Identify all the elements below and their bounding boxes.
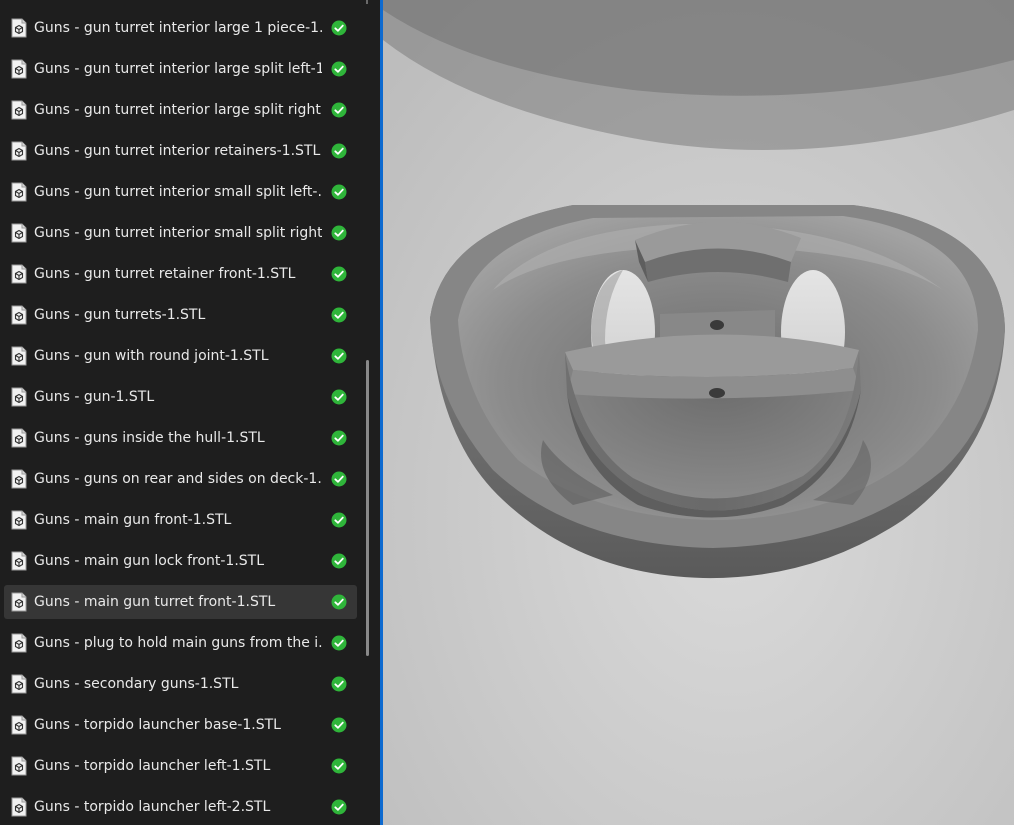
turret-model-render <box>383 0 1014 825</box>
sync-check-icon <box>331 799 347 815</box>
sync-check-icon <box>331 348 347 364</box>
sync-check-icon <box>331 676 347 692</box>
stl-file-icon <box>11 346 27 366</box>
file-list-item[interactable]: Guns - gun turrets-1.STL <box>4 298 357 332</box>
sync-check-icon <box>331 430 347 446</box>
file-list-item[interactable]: Guns - guns on rear and sides on deck-1.… <box>4 462 357 496</box>
stl-file-icon <box>11 305 27 325</box>
file-name: Guns - torpido launcher left-2.STL <box>34 799 271 815</box>
file-list-scrollbar[interactable] <box>364 0 372 825</box>
file-name: Guns - gun turret interior retainers-1.S… <box>34 143 321 159</box>
stl-file-icon <box>11 715 27 735</box>
stl-file-icon <box>11 100 27 120</box>
file-list-item[interactable]: Guns - main gun turret front-1.STL <box>4 585 357 619</box>
file-name: Guns - gun turret interior small split r… <box>34 225 322 241</box>
stl-file-icon <box>11 59 27 79</box>
stl-file-icon <box>11 18 27 38</box>
file-name: Guns - main gun lock front-1.STL <box>34 553 265 569</box>
stl-file-icon <box>11 592 27 612</box>
sync-check-icon <box>331 471 347 487</box>
file-name: Guns - torpido launcher base-1.STL <box>34 717 281 733</box>
sync-check-icon <box>331 307 347 323</box>
sync-check-icon <box>331 758 347 774</box>
file-list-item[interactable]: Guns - gun-1.STL <box>4 380 357 414</box>
file-name: Guns - gun turret retainer front-1.STL <box>34 266 296 282</box>
sync-check-icon <box>331 717 347 733</box>
stl-file-icon <box>11 387 27 407</box>
file-name: Guns - guns on rear and sides on deck-1.… <box>34 471 322 487</box>
file-list-item[interactable]: Guns - gun turret interior small split l… <box>4 175 357 209</box>
file-name: Guns - torpido launcher left-1.STL <box>34 758 271 774</box>
file-name: Guns - gun turrets-1.STL <box>34 307 206 323</box>
sync-check-icon <box>331 225 347 241</box>
stl-file-icon <box>11 674 27 694</box>
file-name: Guns - main gun turret front-1.STL <box>34 594 276 610</box>
file-list-item[interactable]: Guns - gun with round joint-1.STL <box>4 339 357 373</box>
file-explorer-window: Guns - gun turret interior large 1 piece… <box>0 0 1014 825</box>
file-list-item[interactable]: Guns - torpido launcher base-1.STL <box>4 708 357 742</box>
file-list-item[interactable]: Guns - gun turret interior large split l… <box>4 52 357 86</box>
file-name: Guns - gun turret interior large 1 piece… <box>34 20 322 36</box>
sync-check-icon <box>331 389 347 405</box>
file-list-item[interactable]: Guns - main gun lock front-1.STL <box>4 544 357 578</box>
file-list-panel: Guns - gun turret interior large 1 piece… <box>0 0 380 825</box>
sync-check-icon <box>331 266 347 282</box>
stl-file-icon <box>11 756 27 776</box>
stl-file-icon <box>11 510 27 530</box>
file-list-item[interactable]: Guns - gun turret retainer front-1.STL <box>4 257 357 291</box>
file-name: Guns - gun turret interior large split r… <box>34 102 322 118</box>
preview-3d-viewport[interactable] <box>383 0 1014 825</box>
file-list-item[interactable]: Guns - gun turret interior retainers-1.S… <box>4 134 357 168</box>
sync-check-icon <box>331 512 347 528</box>
stl-file-icon <box>11 223 27 243</box>
file-list-item[interactable]: Guns - secondary guns-1.STL <box>4 667 357 701</box>
stl-file-icon <box>11 633 27 653</box>
file-name: Guns - guns inside the hull-1.STL <box>34 430 265 446</box>
stl-file-icon <box>11 264 27 284</box>
stl-file-icon <box>11 428 27 448</box>
file-list-item[interactable]: Guns - main gun front-1.STL <box>4 503 357 537</box>
file-name: Guns - gun with round joint-1.STL <box>34 348 269 364</box>
sync-check-icon <box>331 553 347 569</box>
stl-file-icon <box>11 469 27 489</box>
stl-file-icon <box>11 551 27 571</box>
sync-check-icon <box>331 184 347 200</box>
stl-file-icon <box>11 141 27 161</box>
file-name: Guns - main gun front-1.STL <box>34 512 232 528</box>
sync-check-icon <box>331 61 347 77</box>
file-name: Guns - gun turret interior small split l… <box>34 184 322 200</box>
file-name: Guns - plug to hold main guns from the i… <box>34 635 322 651</box>
file-list-item[interactable]: Guns - gun turret interior small split r… <box>4 216 357 250</box>
file-name: Guns - gun-1.STL <box>34 389 155 405</box>
file-list-item[interactable]: Guns - torpido launcher left-2.STL <box>4 790 357 824</box>
file-name: Guns - gun turret interior large split l… <box>34 61 322 77</box>
file-name: Guns - secondary guns-1.STL <box>34 676 239 692</box>
file-list-item[interactable]: Guns - plug to hold main guns from the i… <box>4 626 357 660</box>
sync-check-icon <box>331 635 347 651</box>
scrollbar-thumb[interactable] <box>366 360 369 656</box>
stl-file-icon <box>11 797 27 817</box>
sync-check-icon <box>331 143 347 159</box>
sync-check-icon <box>331 20 347 36</box>
file-list-item[interactable]: Guns - gun turret interior large 1 piece… <box>4 11 357 45</box>
sync-check-icon <box>331 102 347 118</box>
stl-file-icon <box>11 182 27 202</box>
file-list-item[interactable]: Guns - gun turret interior large split r… <box>4 93 357 127</box>
file-list-item[interactable]: Guns - torpido launcher left-1.STL <box>4 749 357 783</box>
file-list-item[interactable]: Guns - guns inside the hull-1.STL <box>4 421 357 455</box>
sync-check-icon <box>331 594 347 610</box>
